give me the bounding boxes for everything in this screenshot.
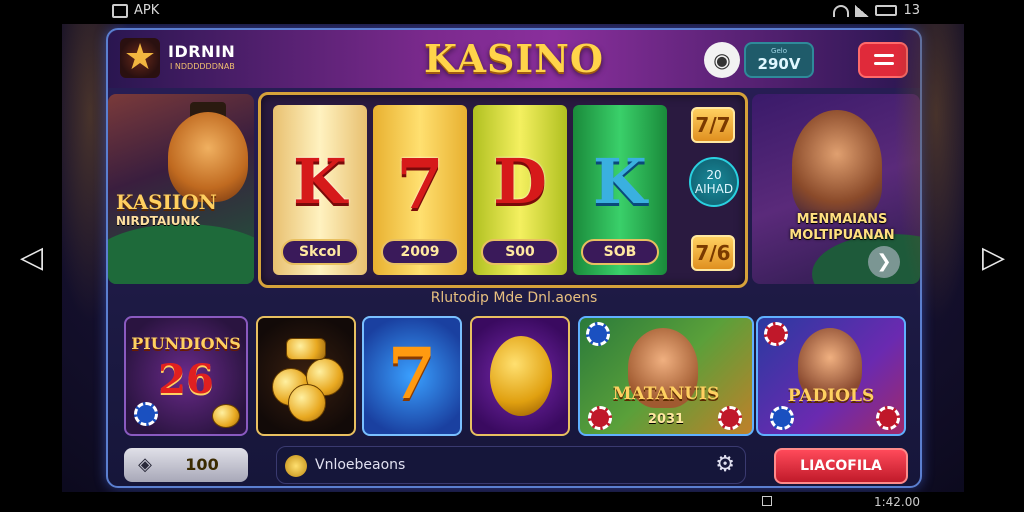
- reel-symbol: D: [493, 145, 547, 218]
- signal-icon: [855, 4, 870, 17]
- spin-button[interactable]: 20 AIHAD: [689, 157, 739, 207]
- bet-down-button[interactable]: 7/6: [691, 235, 735, 271]
- poker-chip-icon: [876, 406, 900, 430]
- banner-right-title: MENMAIANS MOLTIPUANAN: [789, 212, 895, 243]
- reel-badge: SOB: [581, 239, 659, 265]
- reel-1: K Skcol: [273, 105, 367, 275]
- reel-symbol: K: [593, 145, 647, 218]
- poker-chip-icon: [134, 402, 158, 426]
- reel-3: D S00: [473, 105, 567, 275]
- play-button[interactable]: LIACOFILA: [774, 448, 908, 484]
- poker-chip-icon: [586, 322, 610, 346]
- reel-badge: 2009: [381, 239, 459, 265]
- casino-table: [108, 224, 254, 284]
- tile-subtitle: 2031: [647, 412, 685, 427]
- prev-arrow-icon[interactable]: ◁: [20, 240, 43, 276]
- recent-apps-icon[interactable]: [762, 496, 772, 506]
- coin-bag-icon: [286, 338, 326, 360]
- reel-badge: Skcol: [281, 239, 359, 265]
- game-tile-warrior[interactable]: MATANUIS 2031: [578, 316, 754, 436]
- seven-symbol: 7: [387, 332, 437, 415]
- menu-line: [874, 62, 894, 65]
- app-icon: [112, 3, 128, 18]
- reel-symbol: 7: [396, 145, 444, 225]
- status-left: APK: [112, 3, 159, 18]
- system-time: 1:42.00: [873, 495, 920, 509]
- banner-left-subtitle: NIRDTAIUNK: [116, 214, 200, 228]
- next-arrow-icon[interactable]: ▷: [982, 240, 1005, 276]
- coin-icon: [212, 404, 240, 428]
- system-bar: 1:42.00: [0, 492, 1024, 512]
- header: ★ IDRNIN I NDDDDDDNAB KASINO ◉ Gelo 290V: [108, 30, 920, 88]
- balance-amount: 290V: [757, 55, 801, 73]
- section-label: Rlutodip Mde Dnl.aoens: [430, 290, 598, 306]
- slot-machine[interactable]: K Skcol 7 2009 D S00 K SOB 7/7 20 AIHAD …: [258, 92, 748, 288]
- tile-title: PIUNDIONS: [131, 334, 241, 353]
- balance-caption: Gelo: [771, 47, 787, 55]
- tile-number: 26: [158, 356, 214, 403]
- reel-4: K SOB: [573, 105, 667, 275]
- status-right-label: 13: [903, 3, 920, 18]
- menu-line: [874, 54, 894, 57]
- chat-icon[interactable]: ◉: [704, 42, 740, 78]
- promo-banner-right[interactable]: MENMAIANS MOLTIPUANAN ❯: [752, 94, 920, 284]
- battery-icon: [875, 5, 898, 16]
- game-app: ★ IDRNIN I NDDDDDDNAB KASINO ◉ Gelo 290V…: [62, 24, 964, 492]
- reel-badge: S00: [481, 239, 559, 265]
- coin-icon: [288, 384, 326, 422]
- promo-banner-left[interactable]: KASIION NIRDTAIUNK: [108, 94, 254, 284]
- tile-title: MATANUIS: [612, 384, 720, 404]
- status-bar: APK 13: [0, 0, 1024, 24]
- poker-chip-icon: [770, 406, 794, 430]
- gear-icon[interactable]: ⚙: [715, 453, 735, 477]
- shield-icon: ◈: [138, 454, 152, 475]
- coins-value: 100: [185, 455, 219, 474]
- golden-shield-icon: [490, 336, 552, 416]
- bet-up-button[interactable]: 7/7: [691, 107, 735, 143]
- status-right: 13: [833, 3, 920, 18]
- game-tile-seven[interactable]: 7: [362, 316, 462, 436]
- balance-display[interactable]: Gelo 290V: [744, 42, 814, 78]
- status-app-label: APK: [134, 3, 160, 18]
- tiger-mascot: [168, 112, 248, 202]
- game-tile-coins[interactable]: [256, 316, 356, 436]
- tile-title: PADIOLS: [787, 386, 875, 406]
- reel-symbol: K: [293, 145, 347, 218]
- menu-icon[interactable]: [858, 42, 908, 78]
- game-tile-padiols[interactable]: PADIOLS: [756, 316, 906, 436]
- coins-button[interactable]: ◈ 100: [124, 448, 248, 482]
- game-tile-1[interactable]: PIUNDIONS 26: [124, 316, 248, 436]
- search-bar[interactable]: Vnloebeaons ⚙: [276, 446, 746, 484]
- poker-chip-icon: [764, 322, 788, 346]
- wifi-icon: [833, 4, 850, 17]
- coin-icon: [285, 455, 307, 477]
- banner-left-title: KASIION: [116, 190, 217, 214]
- game-tile-shield[interactable]: [470, 316, 570, 436]
- search-text: Vnloebeaons: [315, 457, 406, 473]
- hero-character: [792, 110, 882, 220]
- main-panel: ★ IDRNIN I NDDDDDDNAB KASINO ◉ Gelo 290V…: [106, 28, 922, 488]
- chevron-right-icon[interactable]: ❯: [868, 246, 900, 278]
- reel-2: 7 2009: [373, 105, 467, 275]
